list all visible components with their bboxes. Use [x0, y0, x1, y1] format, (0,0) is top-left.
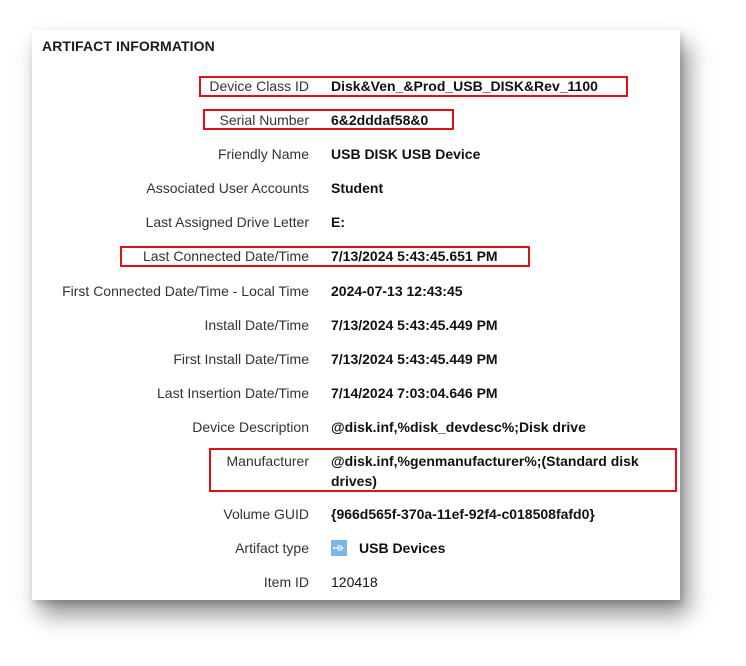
value-last-insertion-date[interactable]: 7/14/2024 7:03:04.646 PM: [331, 383, 498, 403]
value-first-install-date[interactable]: 7/13/2024 5:43:45.449 PM: [331, 349, 498, 369]
label-item-id: Item ID: [263, 574, 309, 590]
value-artifact-type[interactable]: USB Devices: [331, 538, 445, 558]
usb-icon: [331, 540, 347, 556]
value-serial-number[interactable]: 6&2dddaf58&0: [331, 110, 428, 130]
row-artifact-type: Artifact type USB Devices: [32, 538, 680, 558]
label-friendly-name: Friendly Name: [217, 146, 309, 162]
value-last-connected[interactable]: 7/13/2024 5:43:45.651 PM: [331, 246, 498, 266]
label-manufacturer: Manufacturer: [226, 453, 309, 469]
value-item-id[interactable]: 120418: [331, 572, 378, 592]
row-volume-guid: Volume GUID {966d565f-370a-11ef-92f4-c01…: [32, 504, 680, 524]
row-manufacturer: Manufacturer @disk.inf,%genmanufacturer%…: [32, 451, 680, 491]
row-device-class-id: Device Class ID Disk&Ven_&Prod_USB_DISK&…: [32, 76, 680, 96]
label-first-connected-local: First Connected Date/Time - Local Time: [62, 283, 309, 299]
value-friendly-name[interactable]: USB DISK USB Device: [331, 144, 480, 164]
artifact-information-panel: ARTIFACT INFORMATION Device Class ID Dis…: [32, 30, 680, 600]
row-install-date: Install Date/Time 7/13/2024 5:43:45.449 …: [32, 315, 680, 335]
label-last-connected: Last Connected Date/Time: [142, 248, 309, 264]
row-last-insertion-date: Last Insertion Date/Time 7/14/2024 7:03:…: [32, 383, 680, 403]
row-serial-number: Serial Number 6&2dddaf58&0: [32, 110, 680, 130]
label-associated-user-accounts: Associated User Accounts: [146, 180, 309, 196]
label-artifact-type: Artifact type: [235, 540, 309, 556]
row-last-assigned-drive-letter: Last Assigned Drive Letter E:: [32, 212, 680, 232]
value-device-class-id[interactable]: Disk&Ven_&Prod_USB_DISK&Rev_1100: [331, 76, 598, 96]
section-title: ARTIFACT INFORMATION: [42, 38, 215, 54]
label-volume-guid: Volume GUID: [223, 506, 309, 522]
row-associated-user-accounts: Associated User Accounts Student: [32, 178, 680, 198]
value-first-connected-local[interactable]: 2024-07-13 12:43:45: [331, 281, 463, 301]
value-manufacturer[interactable]: @disk.inf,%genmanufacturer%;(Standard di…: [331, 451, 671, 491]
label-device-description: Device Description: [192, 419, 309, 435]
value-device-description[interactable]: @disk.inf,%disk_devdesc%;Disk drive: [331, 417, 586, 437]
row-last-connected: Last Connected Date/Time 7/13/2024 5:43:…: [32, 246, 680, 266]
label-first-install-date: First Install Date/Time: [173, 351, 309, 367]
label-last-insertion-date: Last Insertion Date/Time: [157, 385, 309, 401]
row-first-install-date: First Install Date/Time 7/13/2024 5:43:4…: [32, 349, 680, 369]
value-volume-guid[interactable]: {966d565f-370a-11ef-92f4-c018508fafd0}: [331, 504, 595, 524]
label-install-date: Install Date/Time: [204, 317, 309, 333]
value-associated-user-accounts[interactable]: Student: [331, 178, 383, 198]
label-device-class-id: Device Class ID: [209, 78, 309, 94]
row-device-description: Device Description @disk.inf,%disk_devde…: [32, 417, 680, 437]
row-friendly-name: Friendly Name USB DISK USB Device: [32, 144, 680, 164]
label-last-assigned-drive-letter: Last Assigned Drive Letter: [145, 214, 309, 230]
row-first-connected-local: First Connected Date/Time - Local Time 2…: [32, 281, 680, 301]
value-last-assigned-drive-letter[interactable]: E:: [331, 212, 345, 232]
value-install-date[interactable]: 7/13/2024 5:43:45.449 PM: [331, 315, 498, 335]
label-serial-number: Serial Number: [219, 112, 309, 128]
artifact-type-text: USB Devices: [359, 540, 446, 556]
row-item-id: Item ID 120418: [32, 572, 680, 592]
